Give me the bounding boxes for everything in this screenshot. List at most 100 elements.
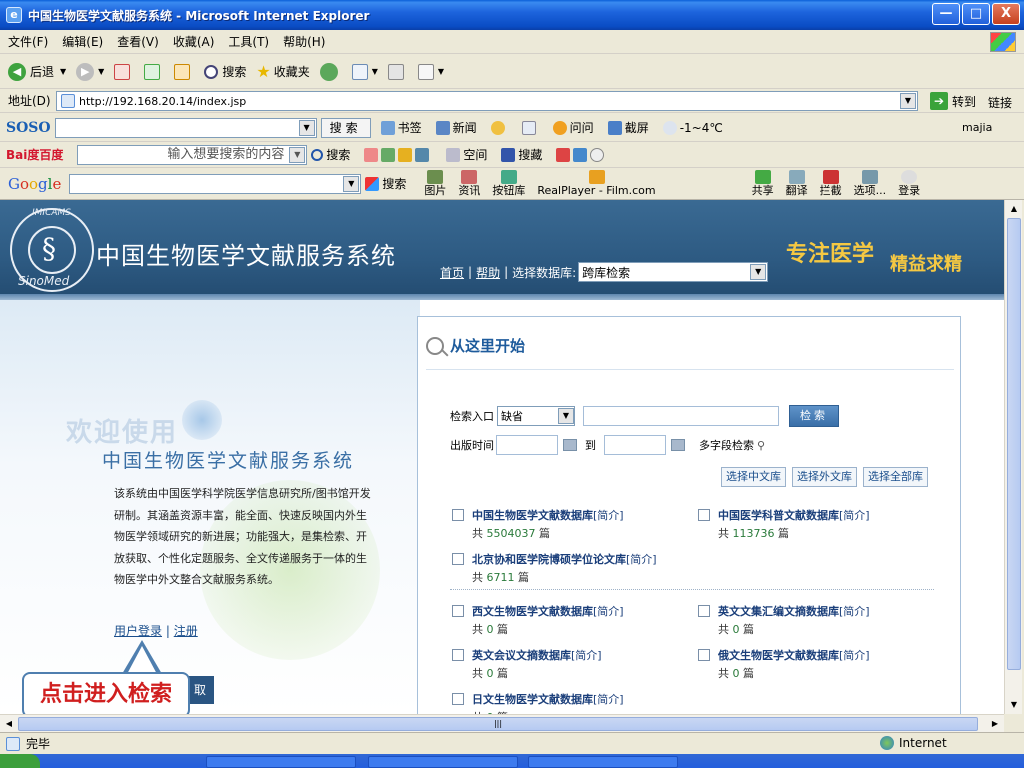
google-popup-blocker[interactable]: 拦截 [820,170,842,197]
chevron-down-icon[interactable]: ▼ [343,175,360,192]
select-foreign-button[interactable]: 选择外文库 [792,467,857,487]
horizontal-scroll-thumb[interactable]: ||| [18,717,978,731]
keyword-input[interactable] [583,406,779,426]
database-name[interactable]: 中国生物医学文献数据库 [472,507,593,523]
go-button[interactable]: ➔ 转到 [930,92,976,110]
soso-search-button[interactable]: 搜索 [320,117,371,138]
baidu-collect[interactable]: 搜藏 [501,146,542,163]
close-button[interactable]: X [992,3,1020,25]
forward-button[interactable]: ▶ ▼ [76,62,104,81]
horizontal-scrollbar[interactable]: ◀ ||| ▶ [0,714,1004,732]
database-name[interactable]: 中国医学科普文献数据库 [718,507,839,523]
stop-button[interactable] [114,63,134,80]
database-name[interactable]: 英文会议文摘数据库 [472,647,571,663]
calendar-icon[interactable] [563,439,577,451]
search-button[interactable]: 搜索 [204,63,246,80]
soso-wenwen[interactable]: 问问 [552,119,594,136]
database-checkbox[interactable] [452,693,464,705]
database-intro-link[interactable]: [简介] [839,647,870,663]
database-checkbox[interactable] [698,649,710,661]
scroll-up-icon[interactable]: ▲ [1007,202,1021,216]
chevron-down-icon[interactable]: ▼ [750,264,767,280]
soso-bookmark[interactable]: 书签 [380,119,422,136]
select-chinese-button[interactable]: 选择中文库 [721,467,786,487]
baidu-space[interactable]: 空间 [446,146,487,163]
links-button[interactable]: 链接 [988,94,1012,111]
database-checkbox[interactable] [452,605,464,617]
baidu-extra[interactable] [556,147,607,162]
google-translate[interactable]: 翻译 [786,170,808,197]
nav-home-link[interactable]: 首页 [440,264,464,281]
soso-weather[interactable]: -1~4℃ [662,120,723,135]
baidu-search-input[interactable]: 输入想要搜索的内容 ▼ [77,144,308,165]
scroll-right-icon[interactable]: ▶ [988,717,1002,731]
soso-news[interactable]: 新闻 [435,119,477,136]
home-button[interactable] [174,63,194,80]
scroll-down-icon[interactable]: ▼ [1007,698,1021,712]
database-select[interactable]: 跨库检索 ▼ [578,262,769,282]
google-images[interactable]: 图片 [424,170,446,197]
google-news[interactable]: 资讯 [458,170,480,197]
print-button[interactable] [387,63,408,80]
chevron-down-icon[interactable]: ▼ [298,119,315,136]
google-search-button[interactable]: 搜索 [365,175,406,192]
soso-mail[interactable] [521,120,539,135]
google-realplayer[interactable]: RealPlayer - Film.com [537,170,656,197]
menu-favorites[interactable]: 收藏(A) [173,33,215,50]
database-checkbox[interactable] [452,509,464,521]
window-titlebar[interactable]: e 中国生物医学文献服务系统 - Microsoft Internet Expl… [0,0,1024,30]
vertical-scrollbar[interactable]: ▲ ▼ [1004,200,1022,714]
scroll-left-icon[interactable]: ◀ [2,717,16,731]
calendar-icon[interactable] [671,439,685,451]
add-icon[interactable] [902,120,916,134]
back-button[interactable]: ◀ 后退 ▼ [8,62,66,81]
address-input[interactable]: http://192.168.20.14/index.jsp ▼ [56,91,918,111]
edit-button[interactable]: ▼ [417,63,444,80]
database-name[interactable]: 西文生物医学文献数据库 [472,603,593,619]
taskbar-task[interactable] [528,756,678,768]
search-submit-button[interactable]: 检索 [789,405,839,427]
google-signin[interactable]: 登录 [898,170,920,197]
database-intro-link[interactable]: [简介] [593,603,624,619]
start-button[interactable] [0,754,40,768]
user-login-link[interactable]: 用户登录 [114,624,162,638]
date-from-input[interactable] [496,435,558,455]
register-link[interactable]: 注册 [174,624,198,638]
minimize-button[interactable]: — [932,3,960,25]
taskbar-task[interactable] [368,756,518,768]
database-checkbox[interactable] [452,553,464,565]
database-intro-link[interactable]: [简介] [839,603,870,619]
address-dropdown-icon[interactable]: ▼ [900,93,916,109]
soso-smiley[interactable] [490,120,508,135]
database-name[interactable]: 日文生物医学文献数据库 [472,691,593,707]
soso-user[interactable]: majia [962,121,992,134]
select-all-button[interactable]: 选择全部库 [863,467,928,487]
maximize-button[interactable]: □ [962,3,990,25]
multi-field-search-link[interactable]: 多字段检索 ⚲ [699,437,765,453]
google-search-input[interactable]: ▼ [69,173,362,194]
database-intro-link[interactable]: [简介] [593,691,624,707]
refresh-button[interactable] [144,63,164,80]
database-intro-link[interactable]: [简介] [571,647,602,663]
menu-help[interactable]: 帮助(H) [283,33,325,50]
menu-edit[interactable]: 编辑(E) [62,33,103,50]
database-intro-link[interactable]: [简介] [626,551,657,567]
baidu-tools[interactable] [364,147,432,162]
menu-tools[interactable]: 工具(T) [228,33,269,50]
database-intro-link[interactable]: [简介] [839,507,870,523]
database-name[interactable]: 北京协和医学院博硕学位论文库 [472,551,626,567]
database-name[interactable]: 俄文生物医学文献数据库 [718,647,839,663]
vertical-scroll-thumb[interactable] [1007,218,1021,670]
database-intro-link[interactable]: [简介] [593,507,624,523]
mail-button[interactable]: ▼ [351,63,378,80]
date-to-input[interactable] [604,435,666,455]
menu-view[interactable]: 查看(V) [117,33,159,50]
chevron-down-icon[interactable]: ▼ [558,408,574,424]
database-checkbox[interactable] [698,605,710,617]
taskbar-task[interactable] [206,756,356,768]
google-options[interactable]: 选项... [854,170,886,197]
baidu-search-button[interactable]: 搜索 [311,146,350,163]
nav-help-link[interactable]: 帮助 [476,264,500,281]
database-name[interactable]: 英文文集汇编文摘数据库 [718,603,839,619]
favorites-button[interactable]: ★ 收藏夹 [256,62,309,81]
